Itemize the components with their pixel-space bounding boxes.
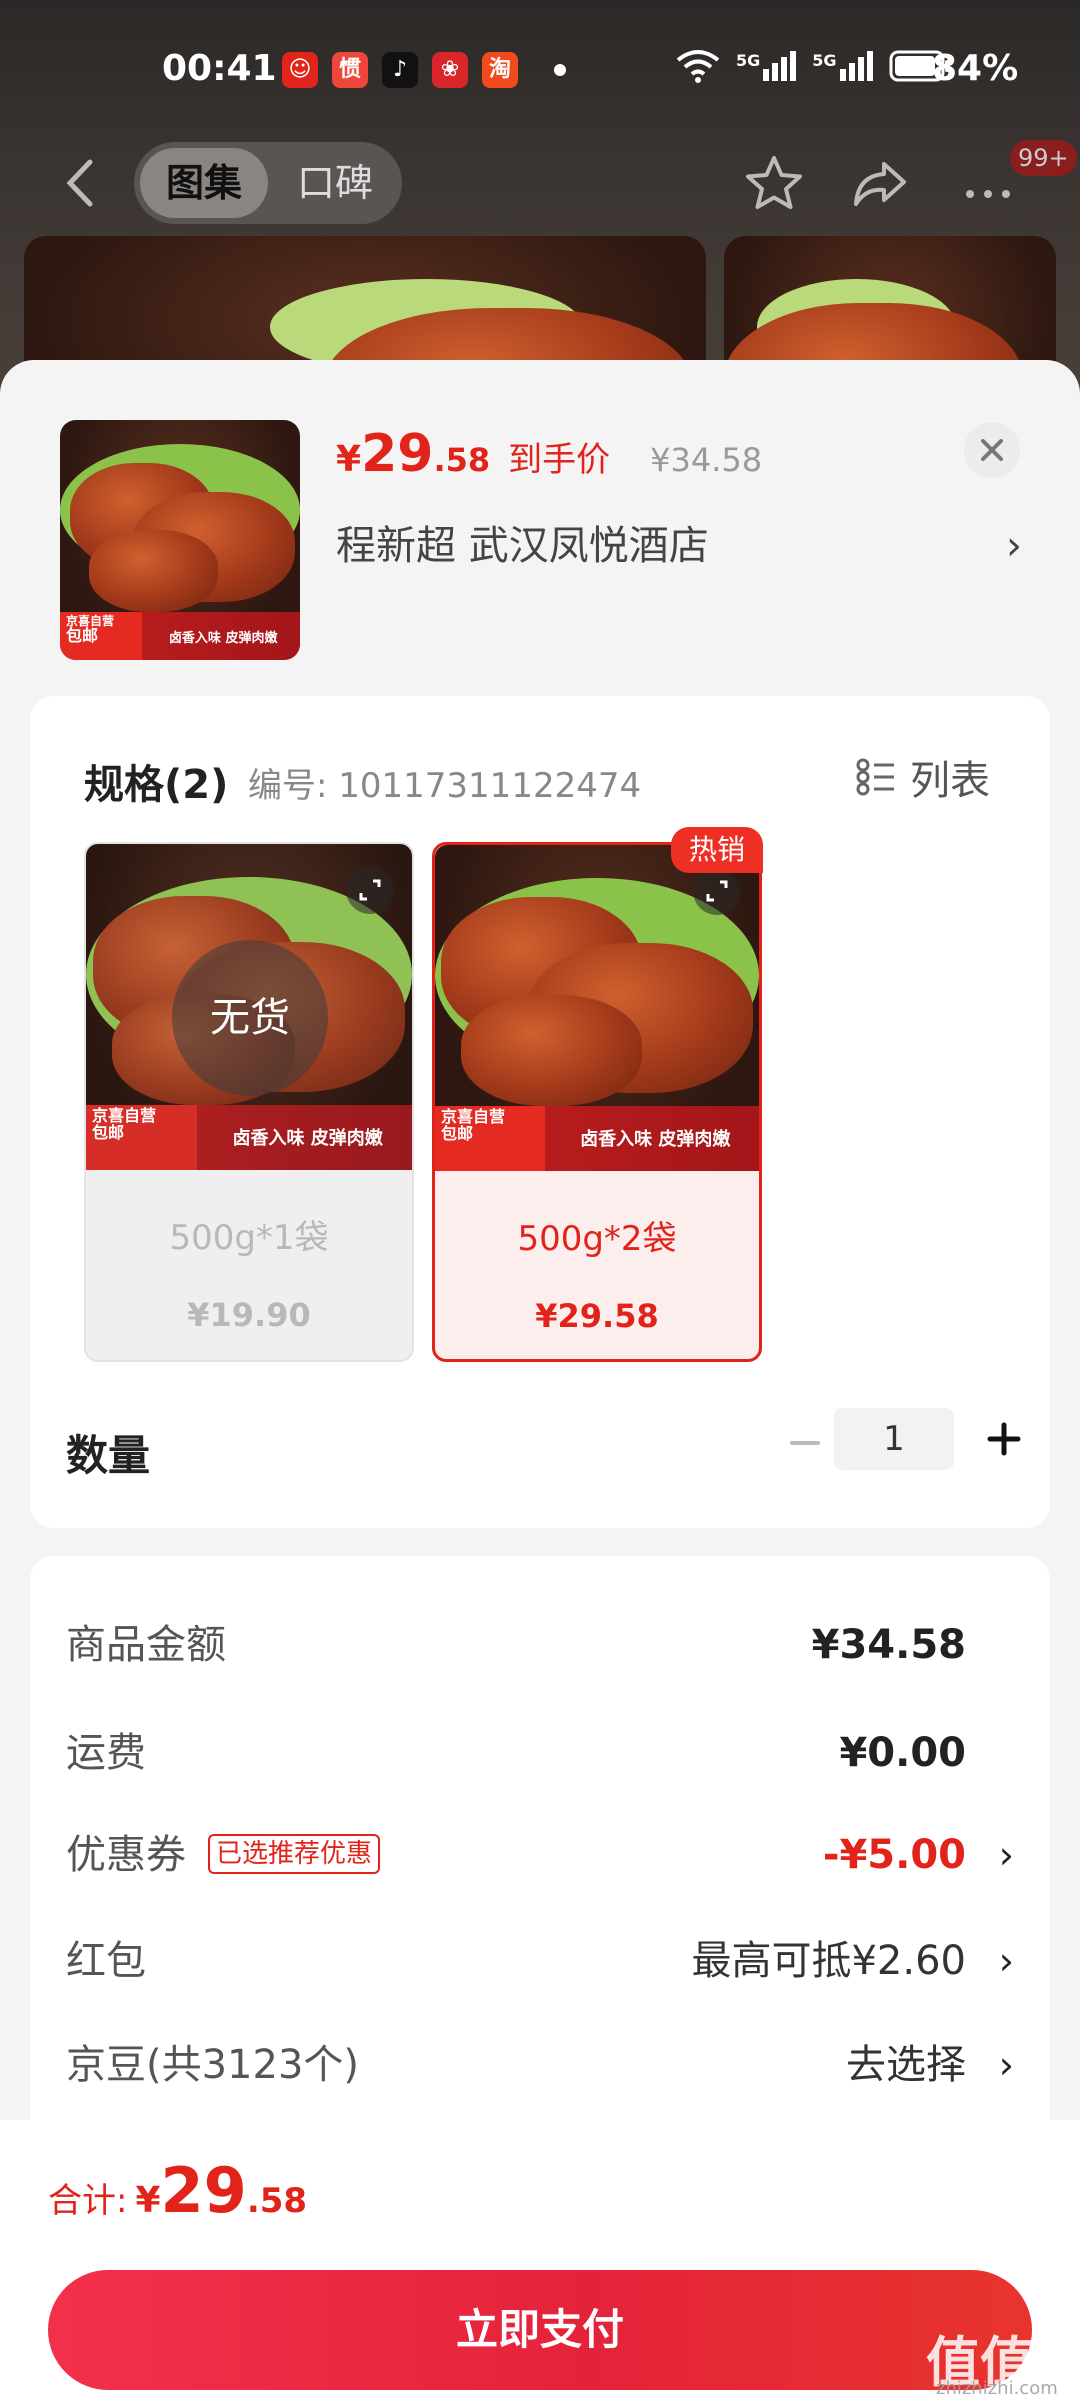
spec-card: 规格(2) 编号: 10117311122474 列表 京喜自营 包邮 卤香入味… [30, 696, 1050, 1528]
list-icon [856, 758, 894, 796]
signal-5g-icon-1: 5G [736, 51, 797, 81]
shipping-row: 运费 ¥0.00 [66, 1718, 1014, 1788]
slogan-text: 卤香入味 皮弹肉嫩 [580, 1129, 731, 1151]
sku-option-selected[interactable]: 京喜自营 包邮 卤香入味 皮弹肉嫩 热销 500g*2袋 ¥29.58 [432, 827, 763, 1362]
list-label: 列表 [910, 758, 990, 804]
product-thumbnail[interactable]: 京喜自营 包邮 卤香入味 皮弹肉嫩 [60, 420, 300, 660]
network-type-2: 5G [812, 51, 837, 70]
shipping-label: 运费 [66, 1730, 146, 1776]
tiktok-app-icon: ♪ [382, 52, 418, 88]
tab-gallery[interactable]: 图集 [140, 148, 268, 218]
back-arrow-icon[interactable] [56, 156, 106, 210]
jd-beans-value: 去选择 [846, 2042, 966, 2088]
slogan-text: 卤香入味 皮弹肉嫩 [232, 1128, 383, 1150]
expand-icon[interactable] [693, 867, 741, 915]
sku-option[interactable]: 京喜自营 包邮 卤香入味 皮弹肉嫩 无货 500g*1袋 ¥19.90 [84, 842, 414, 1362]
coupon-label: 优惠券 [66, 1832, 186, 1878]
price-integer: 29 [361, 424, 434, 484]
minus-icon[interactable] [776, 1408, 834, 1478]
network-type-1: 5G [736, 51, 761, 70]
favorite-star-icon[interactable] [742, 152, 806, 216]
red-packet-value: 最高可抵¥2.60 [691, 1938, 966, 1984]
quantity-label: 数量 [66, 1431, 151, 1480]
share-icon[interactable] [848, 152, 912, 216]
original-price: ¥34.58 [650, 441, 763, 479]
goods-amount-label: 商品金额 [66, 1622, 226, 1668]
self-operated-tag: 京喜自营 包邮 [86, 1104, 197, 1170]
total-decimal: .58 [246, 2181, 308, 2221]
sku-name: 500g*1袋 [169, 1218, 329, 1258]
total-price: 合计: ¥ 29 .58 [48, 2154, 307, 2227]
final-price-label: 到手价 [508, 440, 611, 480]
hot-sale-badge: 热销 [670, 827, 763, 873]
notification-app-icons: ☺ 惯 ♪ ❀ 淘 [282, 52, 518, 88]
total-integer: 29 [160, 2154, 247, 2227]
watermark-url: zhizhizhi.com [936, 2378, 1058, 2399]
sku-image: 京喜自营 包邮 卤香入味 皮弹肉嫩 无货 [86, 844, 412, 1170]
tag-line-2: 包邮 [92, 1122, 125, 1142]
store-address-row[interactable]: 程新超 武汉凤悦酒店 › [336, 516, 1026, 576]
recommended-coupon-tag: 已选推荐优惠 [208, 1834, 381, 1874]
food-photo: 京喜自营 包邮 卤香入味 皮弹肉嫩 [60, 420, 300, 660]
coupon-row[interactable]: 优惠券 已选推荐优惠 -¥5.00 › [66, 1820, 1014, 1890]
pay-now-button[interactable]: 立即支付 [48, 2270, 1032, 2390]
list-view-toggle[interactable]: 列表 [856, 748, 990, 806]
status-time: 00:41 [162, 48, 277, 89]
sku-promo-band: 京喜自营 包邮 卤香入味 皮弹肉嫩 [435, 1105, 759, 1171]
store-name: 程新超 武汉凤悦酒店 [336, 523, 709, 569]
checkout-footer: 合计: ¥ 29 .58 立即支付 [0, 2120, 1080, 2400]
quantity-value[interactable]: 1 [834, 1408, 954, 1470]
top-nav-bar: 图集 口碑 99+ [0, 138, 1080, 228]
pinduoduo-app-icon: ❀ [432, 52, 468, 88]
chevron-right-icon: › [1006, 523, 1022, 569]
slogan-text: 卤香入味 皮弹肉嫩 [168, 630, 278, 646]
shopping-app-icon: 惯 [332, 52, 368, 88]
jd-beans-row[interactable]: 京豆(共3123个) 去选择 › [66, 2030, 1014, 2100]
sku-price: ¥19.90 [187, 1296, 311, 1334]
sku-name: 500g*2袋 [517, 1219, 677, 1259]
taobao-app-icon: 淘 [482, 52, 518, 88]
price-symbol: ¥ [336, 439, 362, 480]
coupon-value: -¥5.00 [822, 1832, 966, 1878]
tag-line-2: 包邮 [66, 625, 99, 645]
total-label: 合计: [48, 2181, 128, 2221]
battery-percent: 84% [932, 48, 1019, 89]
tag-line-2: 包邮 [441, 1123, 474, 1143]
tab-reviews[interactable]: 口碑 [280, 148, 390, 218]
more-notifications-dot [554, 64, 566, 76]
total-symbol: ¥ [135, 2180, 161, 2221]
self-operated-tag: 京喜自营 包邮 [435, 1105, 546, 1171]
sku-image: 京喜自营 包邮 卤香入味 皮弹肉嫩 [435, 845, 759, 1171]
wifi-icon [676, 50, 720, 83]
out-of-stock-badge: 无货 [172, 940, 328, 1096]
sku-price: ¥29.58 [535, 1297, 659, 1335]
jd-app-icon: ☺ [282, 52, 318, 88]
order-bottom-sheet: 京喜自营 包邮 卤香入味 皮弹肉嫩 ¥ 29 .58 到手价 ¥34.58 程新… [0, 360, 1080, 2400]
system-icons: 5G 5G [676, 48, 951, 84]
self-operated-tag: 京喜自营 包邮 [60, 612, 142, 660]
gallery-review-switch: 图集 口碑 [134, 142, 402, 224]
product-code: 编号: 10117311122474 [248, 766, 642, 806]
jd-beans-label: 京豆(共3123个) [66, 2042, 360, 2088]
shipping-value: ¥0.00 [839, 1730, 966, 1776]
product-header: 京喜自营 包邮 卤香入味 皮弹肉嫩 ¥ 29 .58 到手价 ¥34.58 程新… [0, 360, 1080, 690]
chevron-right-icon: › [998, 1833, 1014, 1877]
red-packet-row[interactable]: 红包 最高可抵¥2.60 › [66, 1926, 1014, 1996]
product-promo-band: 京喜自营 包邮 卤香入味 皮弹肉嫩 [60, 612, 300, 660]
chevron-right-icon: › [998, 2043, 1014, 2087]
message-count-badge: 99+ [1010, 140, 1077, 176]
chevron-right-icon: › [998, 1939, 1014, 1983]
red-packet-label: 红包 [66, 1938, 146, 1984]
close-icon[interactable] [964, 422, 1020, 478]
sku-promo-band: 京喜自营 包邮 卤香入味 皮弹肉嫩 [86, 1104, 412, 1170]
goods-amount-value: ¥34.58 [811, 1622, 966, 1668]
expand-icon[interactable] [346, 866, 394, 914]
goods-amount-row: 商品金额 ¥34.58 [66, 1610, 1014, 1680]
plus-icon[interactable] [974, 1406, 1034, 1472]
price-row: ¥ 29 .58 到手价 ¥34.58 [336, 424, 762, 484]
signal-5g-icon-2: 5G [812, 51, 873, 81]
status-bar: 00:41 ☺ 惯 ♪ ❀ 淘 5G 5G 84% [0, 0, 1080, 140]
spec-title: 规格(2) [84, 762, 229, 808]
price-decimal: .58 [433, 441, 491, 479]
